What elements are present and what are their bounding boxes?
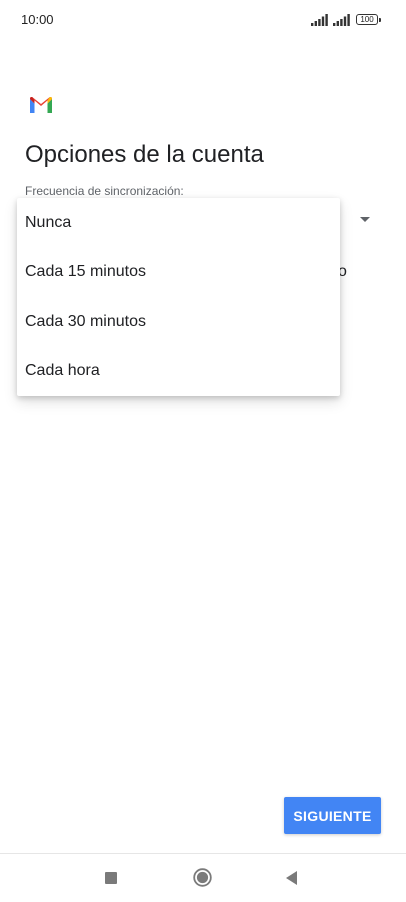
signal-icon (333, 14, 350, 26)
dropdown-option-hourly[interactable]: Cada hora (17, 347, 340, 397)
battery-icon: 100 (356, 14, 381, 25)
dropdown-option-15-min[interactable]: Cada 15 minutos (17, 248, 340, 298)
sync-frequency-label: Frecuencia de sincronización: (25, 184, 184, 198)
dropdown-option-never[interactable]: Nunca (17, 198, 340, 248)
gmail-logo (30, 97, 52, 113)
next-button[interactable]: SIGUIENTE (284, 797, 381, 834)
page-title: Opciones de la cuenta (25, 141, 264, 168)
home-icon[interactable] (193, 868, 212, 887)
dropdown-option-30-min[interactable]: Cada 30 minutos (17, 297, 340, 347)
back-icon[interactable] (286, 871, 297, 885)
status-time: 10:00 (21, 12, 54, 27)
status-bar: 10:00 100 (0, 0, 406, 40)
dropdown-arrow-icon[interactable] (360, 217, 370, 222)
sync-frequency-dropdown: Nunca Cada 15 minutos Cada 30 minutos Ca… (17, 198, 340, 396)
recents-icon[interactable] (105, 872, 117, 884)
nav-divider (0, 853, 406, 854)
signal-icon (311, 14, 328, 26)
